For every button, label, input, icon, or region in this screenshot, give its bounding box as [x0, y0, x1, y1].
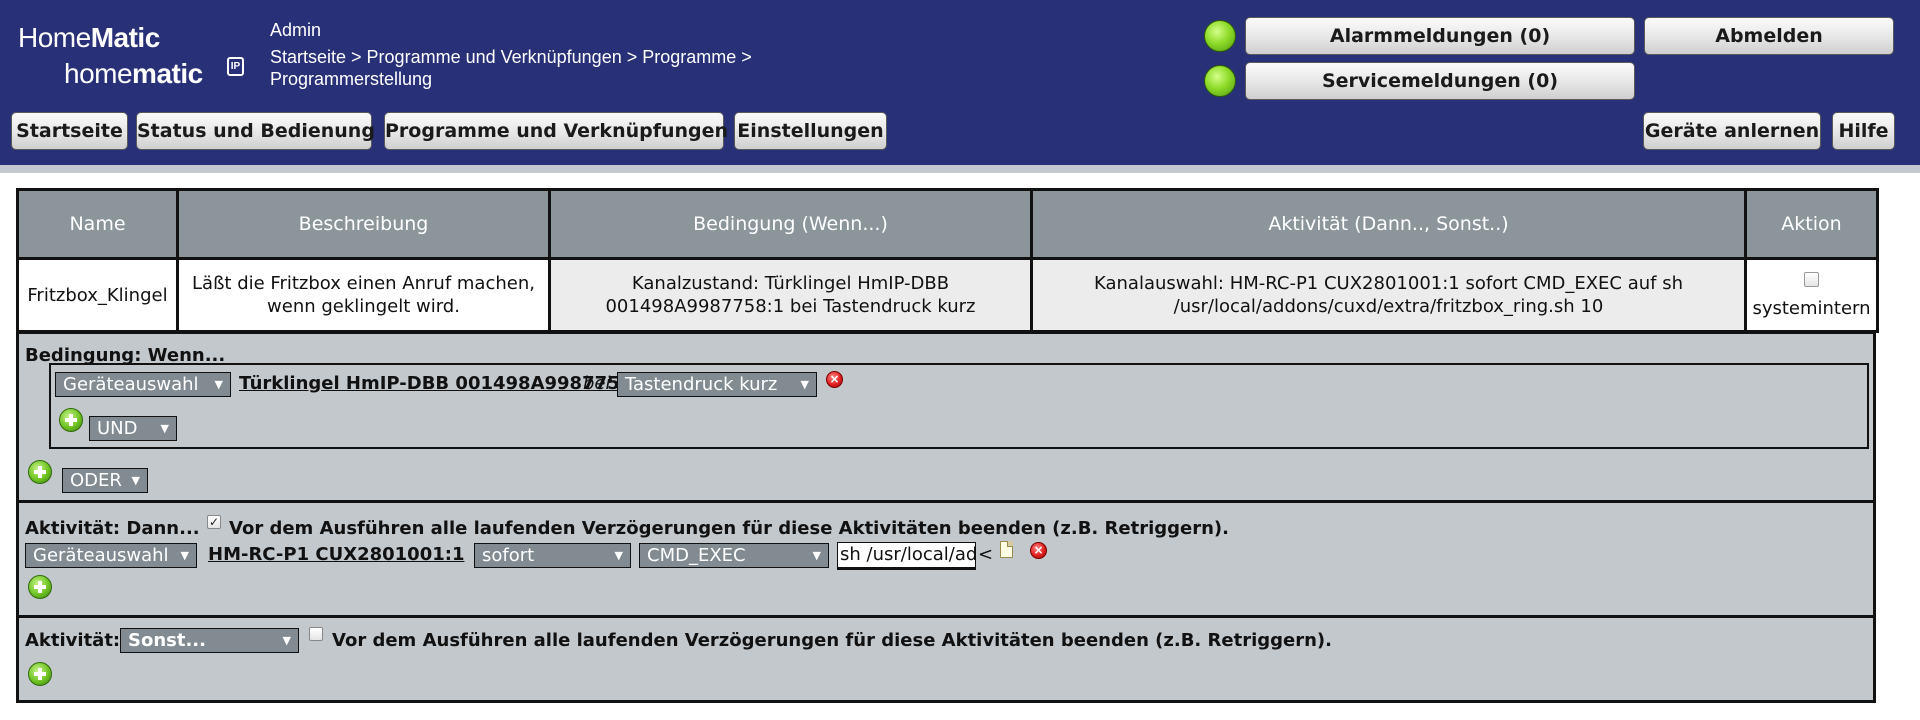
chevron-down-icon: ▼	[800, 378, 809, 391]
logo-text-bold: matic	[132, 58, 203, 89]
nav-programs-button[interactable]: Programme und Verknüpfungen	[384, 112, 728, 150]
nav-settings-button[interactable]: Einstellungen	[734, 112, 887, 150]
program-condition-cell: Kanalzustand: Türklingel HmIP-DBB 001498…	[548, 257, 1033, 333]
select-value: Sonst...	[128, 630, 206, 651]
then-device-link[interactable]: HM-RC-P1 CUX2801001:1	[208, 544, 464, 565]
logo-text-bold: Matic	[90, 22, 161, 53]
select-value: UND	[97, 418, 138, 439]
alarm-status-led-icon	[1204, 20, 1236, 52]
logout-button[interactable]: Abmelden	[1644, 17, 1894, 55]
else-stop-delays-label: Vor dem Ausführen alle laufenden Verzöge…	[332, 630, 1332, 651]
nav-status-button[interactable]: Status und Bedienung	[136, 112, 375, 150]
chevron-down-icon: ▼	[180, 549, 189, 562]
condition-bei-label: bei	[583, 373, 611, 394]
current-user: Admin	[270, 20, 322, 40]
delete-condition-icon[interactable]: ×	[826, 371, 843, 388]
select-value: Geräteauswahl	[63, 374, 199, 395]
add-activity-icon[interactable]	[28, 575, 52, 599]
select-value: Tastendruck kurz	[625, 374, 778, 395]
add-condition-icon[interactable]	[59, 408, 83, 432]
breadcrumb: Startseite > Programme und Verknüpfungen…	[270, 46, 870, 90]
chevron-down-icon: ▼	[131, 474, 140, 487]
program-table: Name Beschreibung Bedingung (Wenn...) Ak…	[16, 188, 1879, 333]
ip-badge-icon: IP	[227, 57, 244, 76]
else-panel-title: Aktivität:	[25, 630, 121, 651]
description-line: Läßt die Fritzbox einen Anruf machen,	[192, 273, 535, 294]
service-status-led-icon	[1204, 65, 1236, 97]
then-timing-select[interactable]: sofort ▼	[474, 543, 631, 568]
condition-line: Kanalzustand: Türklingel HmIP-DBB	[631, 273, 950, 294]
select-value: Geräteauswahl	[33, 545, 169, 566]
program-description-cell[interactable]: Läßt die Fritzbox einen Anruf machen, we…	[176, 257, 551, 333]
system-internal-label: systemintern	[1752, 298, 1871, 319]
chevron-down-icon: ▼	[214, 378, 223, 391]
header-divider	[0, 165, 1920, 173]
select-value: CMD_EXEC	[647, 545, 746, 566]
column-header-name: Name	[16, 188, 179, 260]
system-internal-checkbox[interactable]	[1804, 272, 1819, 287]
else-select[interactable]: Sonst... ▼	[120, 628, 299, 653]
add-else-activity-icon[interactable]	[28, 662, 52, 686]
add-condition-group-icon[interactable]	[28, 460, 52, 484]
document-icon[interactable]	[1000, 541, 1013, 558]
then-stop-delays-checkbox[interactable]: ✓	[207, 515, 221, 529]
column-header-condition: Bedingung (Wenn...)	[548, 188, 1033, 260]
chevron-down-icon: ▼	[614, 549, 623, 562]
logo-text-prefix: home	[64, 58, 133, 89]
program-activity-cell: Kanalauswahl: HM-RC-P1 CUX2801001:1 sofo…	[1030, 257, 1747, 333]
then-stop-delays-label: Vor dem Ausführen alle laufenden Verzöge…	[229, 518, 1229, 539]
teach-in-devices-button[interactable]: Geräte anlernen	[1643, 112, 1821, 150]
chevron-down-icon: ▼	[282, 634, 291, 647]
breadcrumb-line: Programmerstellung	[270, 69, 433, 89]
select-value: sofort	[482, 545, 535, 566]
chevron-down-icon: ▼	[812, 549, 821, 562]
alarm-messages-button[interactable]: Alarmmeldungen (0)	[1245, 17, 1635, 55]
condition-group-box: Geräteauswahl ▼ Türklingel HmIP-DBB 0014…	[49, 363, 1869, 449]
condition-device-select[interactable]: Geräteauswahl ▼	[55, 372, 231, 397]
then-command-value-input[interactable]: sh /usr/local/addons/cuxd/extra/fritzbox…	[837, 542, 976, 570]
delete-activity-icon[interactable]: ×	[1030, 542, 1047, 559]
help-button[interactable]: Hilfe	[1832, 112, 1895, 150]
table-row: Fritzbox_Klingel Läßt die Fritzbox einen…	[16, 257, 1879, 333]
table-header-row: Name Beschreibung Bedingung (Wenn...) Ak…	[16, 188, 1879, 260]
column-header-activity: Aktivität (Dann.., Sonst..)	[1030, 188, 1747, 260]
condition-line: 001498A9987758:1 bei Tastendruck kurz	[605, 296, 976, 317]
service-messages-button[interactable]: Servicemeldungen (0)	[1245, 62, 1635, 100]
header-bar: HomeMatic homematic IP Admin Startseite …	[0, 0, 1920, 165]
program-name-cell[interactable]: Fritzbox_Klingel	[16, 257, 179, 333]
else-activity-panel: Aktivität: Sonst... ▼ Vor dem Ausführen …	[16, 615, 1876, 703]
then-command-trailing-char: <	[978, 544, 994, 565]
select-value: ODER	[70, 470, 122, 491]
then-device-select[interactable]: Geräteauswahl ▼	[25, 543, 197, 568]
activity-line: /usr/local/addons/cuxd/extra/fritzbox_ri…	[1173, 296, 1604, 317]
then-panel-title: Aktivität: Dann...	[25, 518, 200, 539]
or-operator-select[interactable]: ODER ▼	[62, 468, 148, 493]
description-line: wenn geklingelt wird.	[267, 296, 460, 317]
then-activity-panel: Aktivität: Dann... ✓ Vor dem Ausführen a…	[16, 500, 1876, 618]
chevron-down-icon: ▼	[160, 422, 169, 435]
homematic-logo: HomeMatic	[18, 22, 160, 54]
logo-text-prefix: Home	[18, 22, 91, 53]
and-operator-select[interactable]: UND ▼	[89, 416, 177, 441]
homematic-ip-logo: homematic	[64, 58, 203, 90]
breadcrumb-line: Startseite > Programme und Verknüpfungen…	[270, 47, 752, 67]
else-stop-delays-checkbox[interactable]	[309, 627, 323, 641]
column-header-description: Beschreibung	[176, 188, 551, 260]
nav-home-button[interactable]: Startseite	[11, 112, 128, 150]
then-command-select[interactable]: CMD_EXEC ▼	[639, 543, 829, 568]
condition-panel: Bedingung: Wenn... Geräteauswahl ▼ Türkl…	[16, 331, 1876, 503]
activity-line: Kanalauswahl: HM-RC-P1 CUX2801001:1 sofo…	[1094, 273, 1683, 294]
program-action-cell: systemintern	[1744, 257, 1879, 333]
condition-trigger-select[interactable]: Tastendruck kurz ▼	[617, 372, 817, 397]
column-header-action: Aktion	[1744, 188, 1879, 260]
